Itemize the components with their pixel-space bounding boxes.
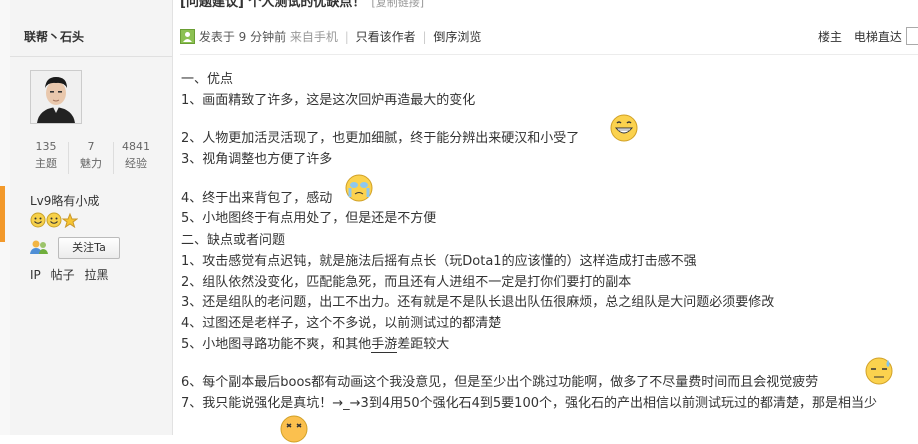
ip-link[interactable]: IP (30, 268, 41, 282)
post-line: 6、每个副本最后boos都有动画这个我没意见，但是至少出个跳过功能啊，做多了不尽… (181, 375, 819, 390)
avatar[interactable] (30, 70, 82, 124)
medal-row (30, 212, 79, 229)
jump-floor-input[interactable] (906, 27, 918, 45)
smile-medal-icon (46, 212, 62, 228)
author-username[interactable]: 联帮丶石头 (24, 28, 84, 45)
follow-button[interactable]: 关注Ta (58, 237, 120, 259)
user-level[interactable]: Lv9略有小成 (30, 192, 99, 209)
online-status-icon (180, 29, 195, 44)
divider (10, 56, 172, 57)
stat-charm[interactable]: 7 魅力 (69, 138, 113, 172)
post-line: 3、还是组队的老问题，出工不出力。还有就是不是队长退出队伍很麻烦，总之组队是大问… (181, 295, 775, 310)
block-link[interactable]: 拉黑 (84, 268, 108, 282)
stat-topics[interactable]: 135 主题 (24, 138, 68, 172)
post-line: 1、画面精致了许多，这是这次回炉再造最大的变化 (181, 93, 476, 108)
post-line: 4、终于出来背包了，感动 (181, 191, 333, 206)
section-heading: 二、缺点或者问题 (181, 233, 286, 248)
post-line: 2、组队依然没变化，匹配能急死，而且还有人进组不一定是打你们要打的副本 (181, 275, 632, 290)
follow-row: 关注Ta (30, 237, 160, 259)
star-medal-icon (61, 212, 79, 229)
post-line: 2、人物更加活灵活现了，也更加细腻，终于能分辨出来硬汉和小受了 (181, 131, 580, 146)
floor-label: 楼主 (818, 30, 843, 44)
author-stats: 135 主题 7 魅力 4841 经验 (24, 138, 158, 176)
post-line: 4、过图还是老样子，这个不多说，以前测试过的都清楚 (181, 316, 502, 331)
keyword-link[interactable]: 手游 (371, 337, 398, 353)
post-line: 5、小地图终于有点用处了，但是还是不方便 (181, 211, 437, 226)
stat-exp-label: 经验 (125, 157, 147, 170)
grin-emoji-icon (610, 114, 638, 142)
floor-info: 楼主 电梯直达 (818, 28, 902, 45)
only-author-link[interactable]: 只看该作者 (356, 30, 416, 44)
post-line: 5、小地图寻路功能不爽，和其他手游差距较大 (181, 335, 449, 355)
post-source: 来自手机 (289, 30, 338, 44)
stat-exp[interactable]: 4841 经验 (114, 138, 158, 172)
avatar-image (31, 71, 81, 123)
jump-label: 电梯直达 (853, 30, 902, 44)
post-line-text: 差距较大 (397, 337, 450, 352)
meta-separator: | (422, 30, 427, 44)
stat-exp-value: 4841 (122, 140, 150, 153)
stat-charm-value: 7 (87, 140, 95, 153)
stat-topics-label: 主题 (35, 157, 57, 170)
meta-separator: | (344, 30, 349, 44)
post-meta: 发表于 9 分钟前 来自手机 | 只看该作者 | 倒序浏览 (180, 28, 481, 45)
post-line: 7、我只能说强化是真坑！→_→3到4用50个强化石4到5要100个，强化石的产出… (181, 396, 877, 411)
section-heading: 一、优点 (181, 72, 234, 87)
posts-link[interactable]: 帖子 (51, 268, 75, 282)
post-line-text: 5、小地图寻路功能不爽，和其他 (181, 337, 372, 352)
stat-topics-value: 135 (35, 140, 57, 153)
stat-charm-label: 魅力 (80, 157, 102, 170)
sweat-emoji-icon (865, 357, 893, 385)
smile-medal-icon (30, 212, 46, 228)
divider (180, 54, 918, 55)
author-sidebar: 联帮丶石头 135 主题 7 魅力 4841 经验 Lv9略有小成 关注Ta I… (0, 0, 173, 435)
post-title-text: [问题建议] 个人测试的优缺点！ (180, 0, 366, 10)
medal-icons (30, 212, 79, 229)
copy-link[interactable]: [复制链接] (371, 0, 424, 9)
add-friend-icon[interactable] (30, 239, 48, 255)
post-time: 发表于 9 分钟前 (198, 30, 287, 44)
active-marker (0, 186, 5, 242)
post-line: 1、攻击感觉有点迟钝，就是施法后摇有点长（玩Dota1的应该懂的）这样造成打击感… (181, 254, 697, 269)
dizzy-emoji-icon (280, 415, 308, 443)
user-links: IP 帖子 拉黑 (30, 266, 114, 283)
post-line: 3、视角调整也方便了许多 (181, 152, 333, 167)
post-title: [问题建议] 个人测试的优缺点！ [复制链接] (180, 0, 424, 10)
reverse-order-link[interactable]: 倒序浏览 (433, 30, 481, 44)
teary-emoji-icon (345, 174, 373, 202)
